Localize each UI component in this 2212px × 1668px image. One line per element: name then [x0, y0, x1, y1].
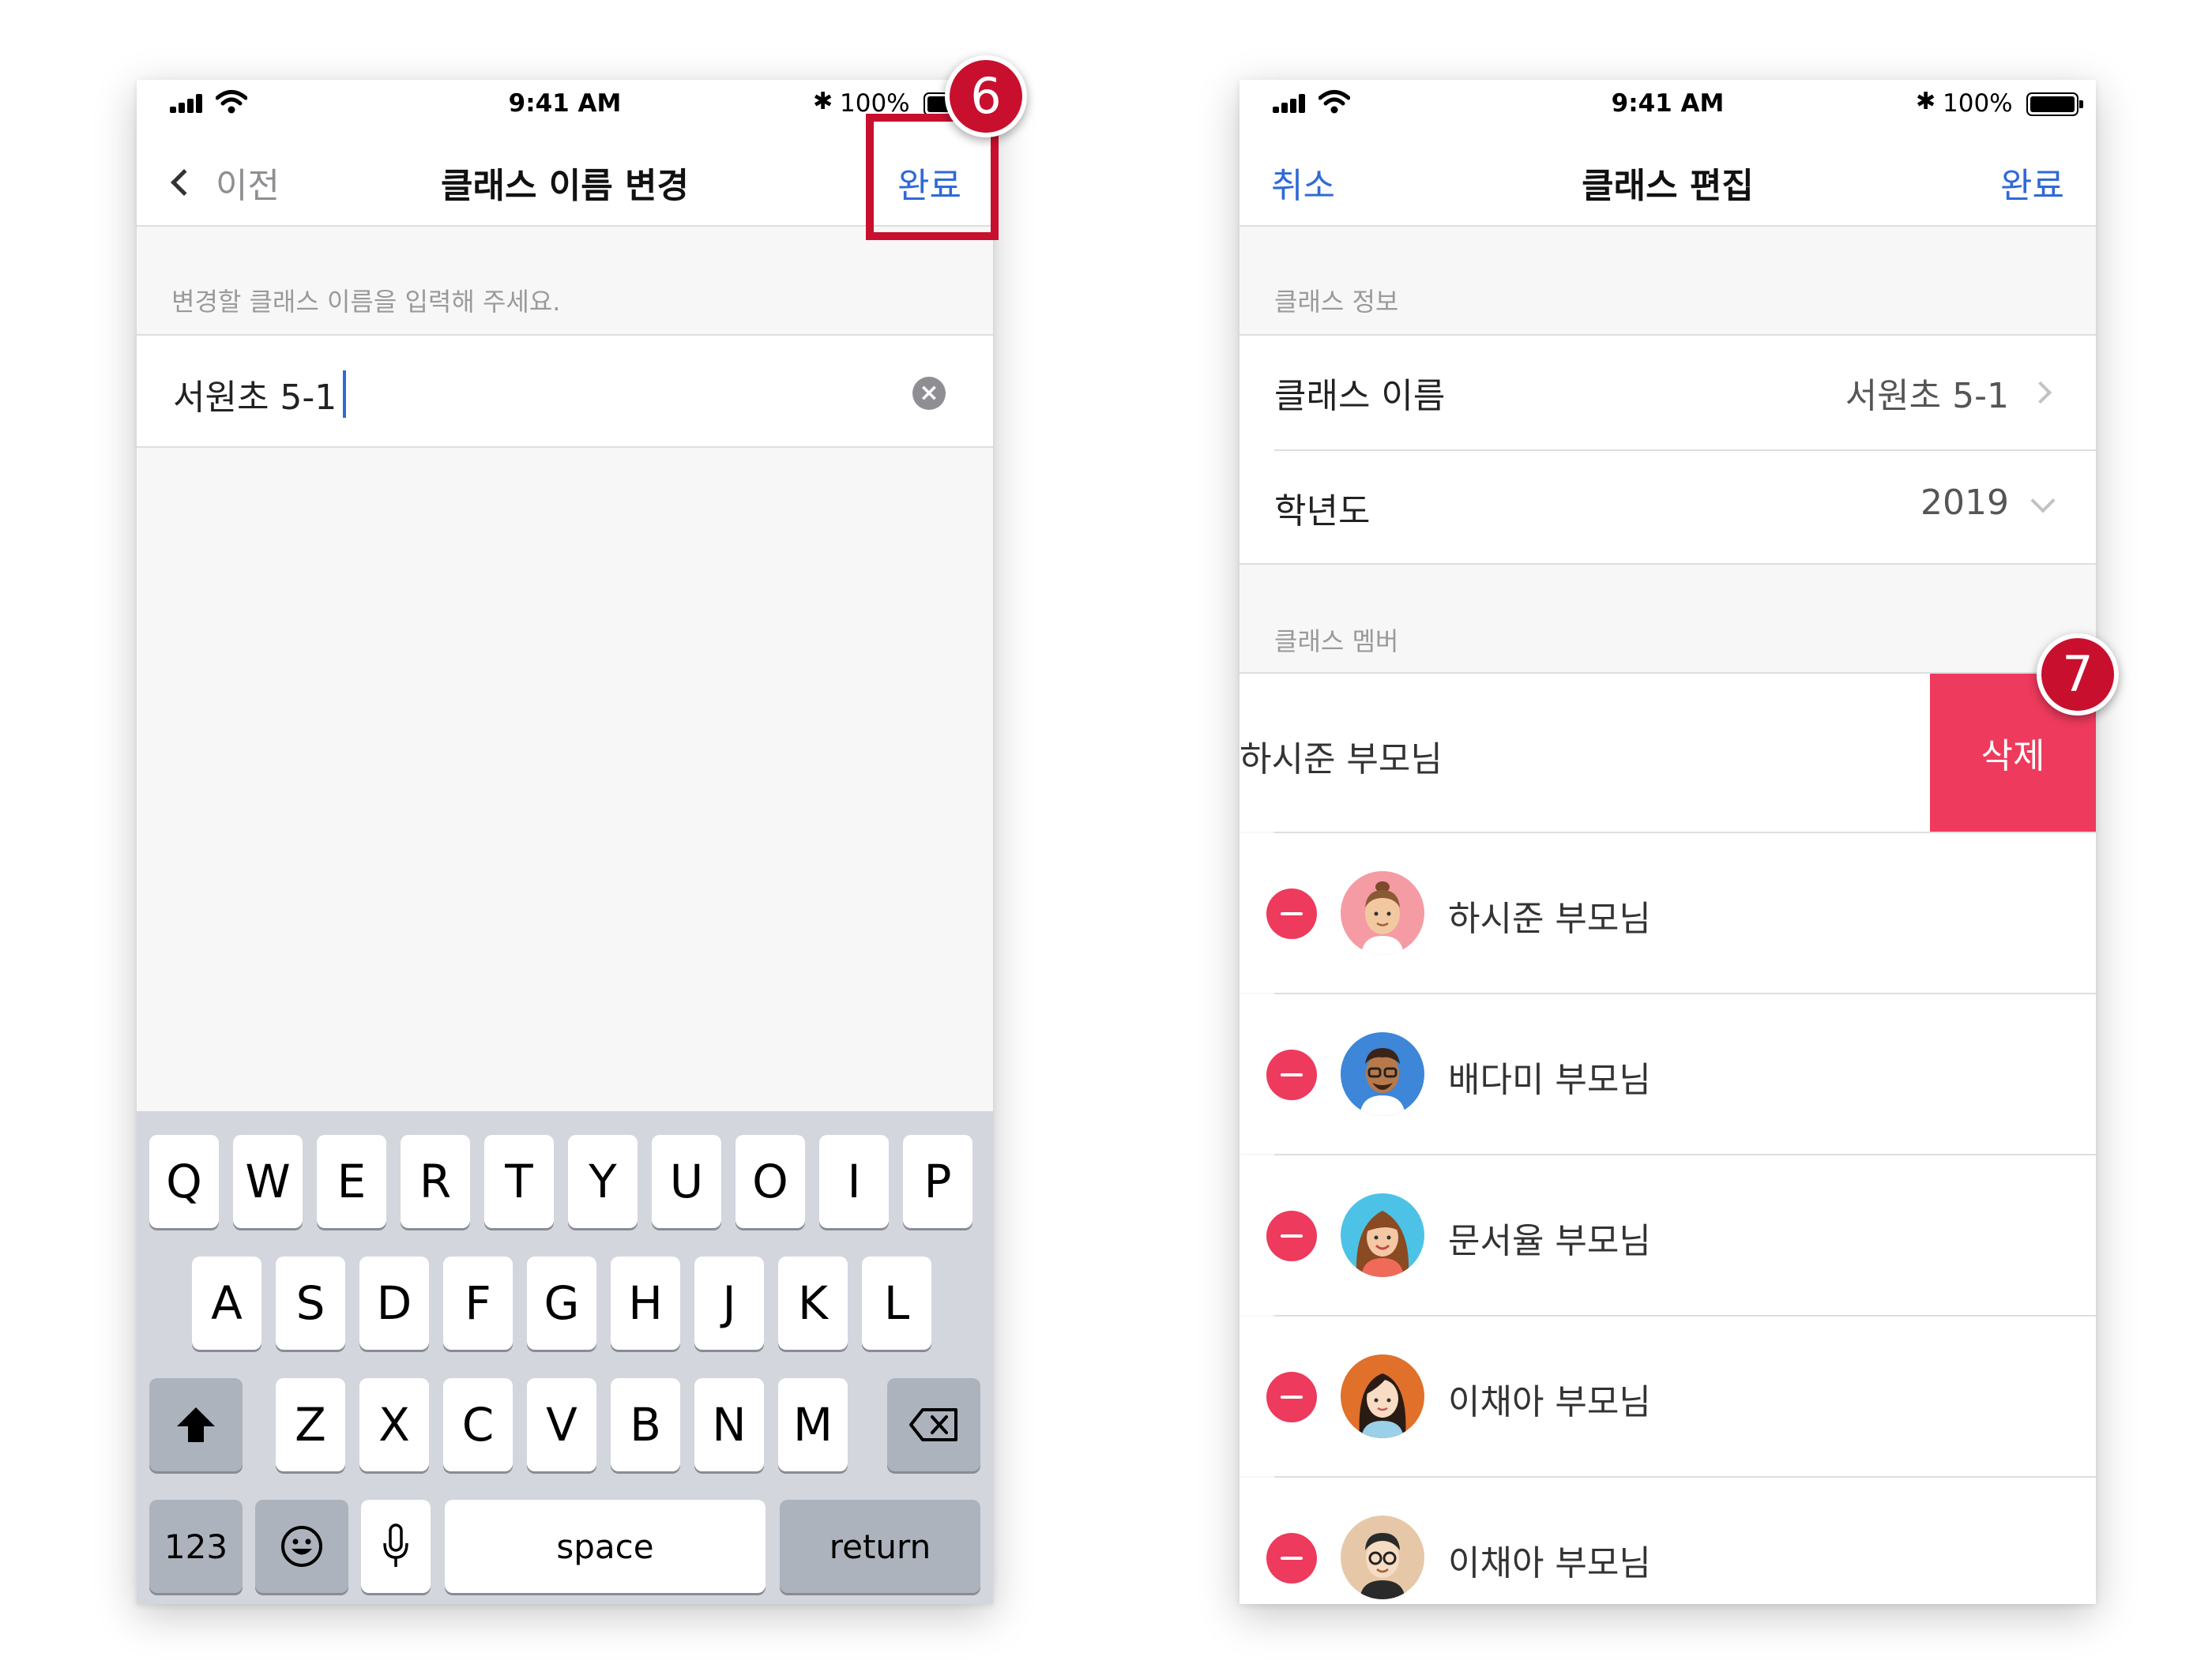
remove-member-icon[interactable]	[1266, 1211, 1317, 1261]
backspace-icon	[909, 1408, 957, 1441]
remove-member-icon[interactable]	[1266, 1050, 1317, 1100]
key-h[interactable]: H	[611, 1257, 680, 1350]
nav-bar: 이전 클래스 이름 변경 완료	[137, 129, 993, 227]
backspace-key[interactable]	[887, 1378, 980, 1471]
avatar	[1341, 1354, 1424, 1438]
class-info-group: 클래스 이름 서원초 5-1 학년도 2019	[1240, 334, 2096, 565]
key-f[interactable]: F	[443, 1257, 513, 1350]
key-o[interactable]: O	[735, 1135, 805, 1228]
class-name-value: 서원초 5-1	[1845, 376, 2009, 416]
class-name-label: 클래스 이름	[1274, 376, 1446, 416]
shift-icon	[177, 1407, 215, 1442]
page-title: 클래스 편집	[1582, 166, 1754, 206]
bluetooth-icon: ✱	[1916, 88, 1936, 115]
remove-member-icon[interactable]	[1266, 1533, 1317, 1583]
avatar	[1341, 871, 1424, 955]
list-item[interactable]: 문서율 부모님	[1240, 1155, 2096, 1315]
shift-key[interactable]	[149, 1378, 243, 1471]
status-bar: 9:41 AM ✱ 100%	[1240, 80, 2096, 129]
dictation-key[interactable]	[361, 1500, 431, 1593]
key-r[interactable]: R	[401, 1135, 470, 1228]
space-key[interactable]: space	[445, 1500, 766, 1593]
key-m[interactable]: M	[778, 1378, 848, 1471]
edit-class-screen: 9:41 AM ✱ 100% 취소 클래스 편집 완료 클래스 정보 클래스 이…	[1240, 80, 2096, 1604]
input-hint: 변경할 클래스 이름을 입력해 주세요.	[171, 287, 561, 317]
status-bar: 9:41 AM ✱ 100%	[137, 80, 993, 129]
member-name: 문서율 부모님	[1448, 1221, 1651, 1261]
return-key[interactable]: return	[780, 1500, 980, 1593]
key-v[interactable]: V	[527, 1378, 596, 1471]
class-name-input-value: 서원초 5-1	[173, 378, 337, 418]
class-name-input-row[interactable]: 서원초 5-1 ×	[137, 334, 993, 448]
step-badge-6: 6	[945, 55, 1027, 137]
key-l[interactable]: L	[862, 1257, 931, 1350]
emoji-key[interactable]	[255, 1500, 348, 1593]
keyboard: Q W E R T Y U O I P A S D F G H J K L Z …	[137, 1111, 993, 1604]
key-c[interactable]: C	[443, 1378, 513, 1471]
class-name-row[interactable]: 클래스 이름 서원초 5-1	[1240, 336, 2096, 449]
step-badge-7: 7	[2037, 633, 2119, 716]
done-button[interactable]: 완료	[2000, 157, 2064, 208]
key-z[interactable]: Z	[276, 1378, 345, 1471]
list-item[interactable]: 하시준 부모님	[1240, 833, 2096, 993]
battery-icon	[2026, 92, 2083, 116]
member-name: 하시준 부모님	[1448, 899, 1651, 939]
key-g[interactable]: G	[527, 1257, 596, 1350]
key-e[interactable]: E	[317, 1135, 386, 1228]
page-title: 클래스 이름 변경	[441, 166, 689, 206]
key-d[interactable]: D	[359, 1257, 429, 1350]
bluetooth-icon: ✱	[813, 88, 833, 115]
rename-class-screen: 9:41 AM ✱ 100% 이전 클래스 이름 변경 완료 변경할 클래스 이…	[137, 80, 993, 1604]
key-p[interactable]: P	[903, 1135, 972, 1228]
key-q[interactable]: Q	[149, 1135, 219, 1228]
key-s[interactable]: S	[276, 1257, 345, 1350]
list-item[interactable]: 배다미 부모님	[1240, 994, 2096, 1154]
avatar	[1341, 1516, 1424, 1599]
battery-percent: 100%	[1943, 89, 2013, 118]
key-i[interactable]: I	[819, 1135, 889, 1228]
key-w[interactable]: W	[233, 1135, 303, 1228]
member-name: 이채아 부모님	[1448, 1382, 1651, 1422]
key-n[interactable]: N	[694, 1378, 764, 1471]
key-u[interactable]: U	[652, 1135, 721, 1228]
class-name-input[interactable]: 서원초 5-1	[173, 369, 347, 419]
chevron-right-icon	[2029, 381, 2052, 404]
chevron-down-icon	[2030, 488, 2056, 513]
member-name: 이채아 부모님	[1448, 1543, 1651, 1583]
key-j[interactable]: J	[694, 1257, 764, 1350]
microphone-icon	[383, 1523, 408, 1567]
swiped-member-name: 하시준 부모님	[1240, 739, 1443, 780]
remove-member-icon[interactable]	[1266, 1372, 1317, 1422]
key-t[interactable]: T	[484, 1135, 554, 1228]
school-year-value: 2019	[1920, 483, 2009, 523]
key-k[interactable]: K	[778, 1257, 848, 1350]
swiped-member-row[interactable]: 하시준 부모님 삭제	[1240, 672, 2096, 832]
key-y[interactable]: Y	[568, 1135, 638, 1228]
list-item[interactable]: 이채아 부모님	[1240, 1317, 2096, 1476]
nav-bar: 취소 클래스 편집 완료	[1240, 129, 2096, 227]
school-year-label: 학년도	[1274, 491, 1371, 532]
key-x[interactable]: X	[359, 1378, 429, 1471]
numbers-key[interactable]: 123	[149, 1500, 243, 1593]
class-info-header: 클래스 정보	[1274, 287, 1399, 317]
class-members-header: 클래스 멤버	[1274, 626, 1399, 656]
clear-icon[interactable]: ×	[912, 377, 946, 410]
school-year-row[interactable]: 학년도 2019	[1240, 451, 2096, 565]
list-item[interactable]: 이채아 부모님	[1240, 1478, 2096, 1604]
member-name: 배다미 부모님	[1448, 1060, 1651, 1100]
text-caret	[343, 370, 347, 418]
avatar	[1341, 1193, 1424, 1277]
key-b[interactable]: B	[611, 1378, 680, 1471]
remove-member-icon[interactable]	[1266, 888, 1317, 939]
avatar	[1341, 1032, 1424, 1116]
key-a[interactable]: A	[192, 1257, 261, 1350]
emoji-icon	[281, 1526, 322, 1567]
